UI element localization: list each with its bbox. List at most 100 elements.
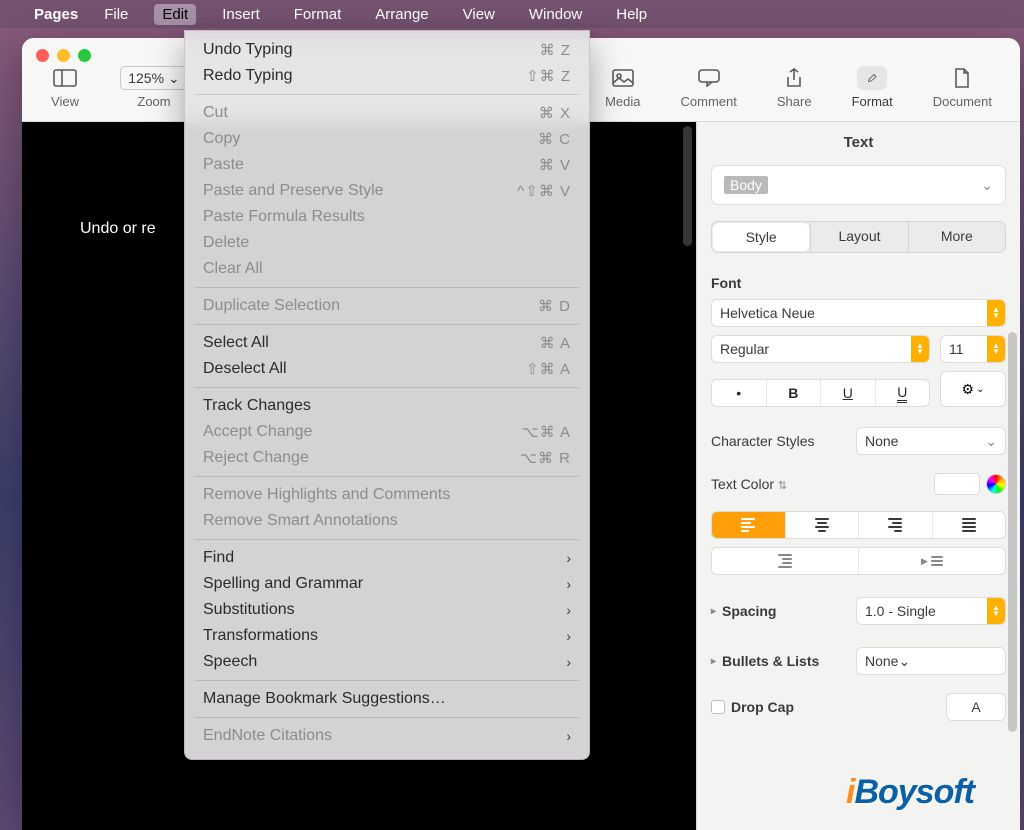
bullets-select[interactable]: None ⌄	[856, 647, 1006, 675]
menu-item-label: Accept Change	[203, 423, 312, 441]
submenu-icon: ›	[566, 576, 571, 592]
menu-item[interactable]: Manage Bookmark Suggestions…	[185, 686, 589, 712]
menu-item[interactable]: Substitutions›	[185, 597, 589, 623]
chevron-down-icon: ⌄	[976, 384, 984, 395]
menu-item[interactable]: Transformations›	[185, 623, 589, 649]
menu-item-label: Transformations	[203, 627, 318, 645]
spacing-select[interactable]: 1.0 - Single ▲▼	[856, 597, 1006, 625]
zoom-value: 125%	[128, 70, 164, 86]
menu-shortcut: ^⇧⌘ V	[517, 182, 571, 200]
text-color-swatch[interactable]	[934, 473, 980, 495]
font-label: Font	[711, 275, 1006, 291]
align-right-button[interactable]	[858, 512, 932, 538]
inspector-scrollbar[interactable]	[1008, 332, 1017, 732]
tool-document[interactable]: Document	[933, 66, 992, 109]
menu-item[interactable]: Speech›	[185, 649, 589, 675]
menu-shortcut: ⇧⌘ Z	[526, 67, 571, 85]
tool-format[interactable]: Format	[852, 66, 893, 109]
share-icon	[779, 66, 809, 90]
inspector-title: Text	[711, 134, 1006, 151]
menu-item-label: Paste Formula Results	[203, 208, 365, 226]
menu-edit[interactable]: Edit	[154, 4, 196, 25]
window-controls	[36, 49, 91, 62]
disclosure-icon[interactable]: ▸	[711, 656, 716, 667]
menubar-app[interactable]: Pages	[34, 6, 78, 23]
tab-layout[interactable]: Layout	[810, 222, 907, 252]
dropcap-style[interactable]: A	[946, 693, 1006, 721]
menu-arrange[interactable]: Arrange	[367, 4, 436, 25]
bold-dot-button[interactable]: •	[712, 380, 766, 406]
color-wheel-icon[interactable]	[986, 474, 1006, 494]
tool-view[interactable]: View	[50, 66, 80, 109]
chevron-down-icon: ⌄	[898, 653, 910, 670]
tool-comment[interactable]: Comment	[681, 66, 737, 109]
menu-file[interactable]: File	[96, 4, 136, 25]
indent-button[interactable]: ▶	[858, 548, 1005, 574]
menu-item-label: Speech	[203, 653, 257, 671]
spacing-value: 1.0 - Single	[865, 603, 936, 619]
close-button[interactable]	[36, 49, 49, 62]
canvas-scrollbar[interactable]	[683, 126, 692, 246]
bullets-label: Bullets & Lists	[722, 653, 819, 669]
submenu-icon: ›	[566, 550, 571, 566]
menu-window[interactable]: Window	[521, 4, 590, 25]
paragraph-style-value: Body	[724, 176, 768, 194]
minimize-button[interactable]	[57, 49, 70, 62]
advanced-font-button[interactable]: ⚙︎⌄	[940, 371, 1006, 407]
tool-document-label: Document	[933, 94, 992, 109]
dropcap-checkbox[interactable]	[711, 700, 725, 714]
align-justify-button[interactable]	[932, 512, 1006, 538]
tool-format-label: Format	[852, 94, 893, 109]
align-left-button[interactable]	[712, 512, 785, 538]
menu-item[interactable]: Find ›	[185, 545, 589, 571]
document-icon	[947, 66, 977, 90]
chevron-down-icon: ⌄	[168, 70, 180, 87]
tool-media[interactable]: Media	[605, 66, 640, 109]
menu-item[interactable]: Deselect All⇧⌘ A	[185, 356, 589, 382]
menu-item[interactable]: Select All⌘ A	[185, 330, 589, 356]
menu-help[interactable]: Help	[608, 4, 655, 25]
disclosure-icon[interactable]: ▸	[711, 606, 716, 617]
menu-insert[interactable]: Insert	[214, 4, 268, 25]
menu-item: Delete	[185, 230, 589, 256]
menu-item-label: Cut	[203, 104, 228, 122]
character-styles-select[interactable]: None ⌄	[856, 427, 1006, 455]
menu-item: Paste and Preserve Style^⇧⌘ V	[185, 178, 589, 204]
comment-icon	[694, 66, 724, 90]
tool-zoom[interactable]: 125%⌄ Zoom	[120, 66, 188, 109]
align-center-button[interactable]	[785, 512, 859, 538]
font-size-value: 11	[949, 341, 964, 357]
menu-item-label: Find	[203, 549, 234, 567]
menu-item-label: Paste	[203, 156, 244, 174]
menu-item-label: Spelling and Grammar	[203, 575, 363, 593]
font-size-select[interactable]: 11 ▲▼	[940, 335, 1006, 363]
paragraph-style-select[interactable]: Body ⌄	[711, 165, 1006, 205]
outdent-button[interactable]	[712, 548, 858, 574]
menu-format[interactable]: Format	[286, 4, 350, 25]
menu-item[interactable]: Undo Typing⌘ Z	[185, 37, 589, 63]
menu-item-label: Redo Typing	[203, 67, 293, 85]
tool-media-label: Media	[605, 94, 640, 109]
font-family-select[interactable]: Helvetica Neue ▲▼	[711, 299, 1006, 327]
zoom-button[interactable]	[78, 49, 91, 62]
bold-button[interactable]: B	[766, 380, 821, 406]
underline-button[interactable]: U	[820, 380, 875, 406]
menu-item: Duplicate Selection⌘ D	[185, 293, 589, 319]
menu-item: Remove Smart Annotations	[185, 508, 589, 534]
double-underline-button[interactable]: U	[875, 380, 930, 406]
menu-view[interactable]: View	[455, 4, 503, 25]
tab-more[interactable]: More	[908, 222, 1005, 252]
tab-style[interactable]: Style	[713, 223, 809, 251]
menu-item-label: Delete	[203, 234, 249, 252]
font-weight-select[interactable]: Regular ▲▼	[711, 335, 930, 363]
menu-item[interactable]: Spelling and Grammar ›	[185, 571, 589, 597]
menu-shortcut: ⌥⌘ A	[521, 423, 571, 441]
tool-zoom-label: Zoom	[137, 94, 170, 109]
menu-item-label: Duplicate Selection	[203, 297, 340, 315]
chevron-down-icon: ⌄	[985, 433, 997, 450]
spacing-label: Spacing	[722, 603, 776, 619]
character-styles-label: Character Styles	[711, 433, 814, 449]
menu-item[interactable]: Track Changes	[185, 393, 589, 419]
tool-share[interactable]: Share	[777, 66, 812, 109]
menu-item[interactable]: Redo Typing ⇧⌘ Z	[185, 63, 589, 89]
